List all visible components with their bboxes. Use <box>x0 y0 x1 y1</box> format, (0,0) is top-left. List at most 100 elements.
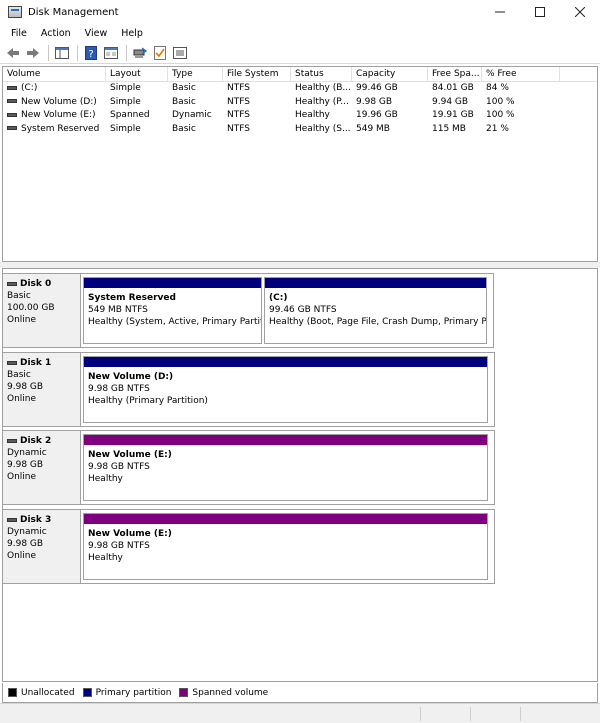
back-button[interactable] <box>4 44 22 62</box>
cell-percent-free: 100 % <box>486 110 515 121</box>
partition-color-bar <box>84 514 487 524</box>
disk-icon <box>7 282 17 286</box>
partition-name: New Volume (E:) <box>88 450 172 460</box>
cell-layout: Simple <box>110 96 141 107</box>
partition-e[interactable]: New Volume (E:) 9.98 GB NTFS Healthy <box>83 434 488 501</box>
close-icon <box>575 7 585 17</box>
partition-size: 9.98 GB NTFS <box>88 384 150 394</box>
cell-file-system: NTFS <box>227 83 250 94</box>
table-row[interactable]: System Reserved Simple Basic NTFS Health… <box>3 123 597 137</box>
maximize-button[interactable] <box>520 0 560 24</box>
status-bar-divider <box>520 707 521 721</box>
partition-status: Healthy <box>88 474 123 484</box>
partition-d[interactable]: New Volume (D:) 9.98 GB NTFS Healthy (Pr… <box>83 356 488 423</box>
disk-name: Disk 3 <box>20 515 52 525</box>
partition-name: New Volume (D:) <box>88 372 174 382</box>
cell-status: Healthy (P... <box>295 96 349 107</box>
close-button[interactable] <box>560 0 600 24</box>
volume-icon <box>7 112 17 117</box>
show-hide-console-tree-button[interactable] <box>53 44 71 62</box>
disk-row: Disk 2 Dynamic 9.98 GB Online New Volume… <box>2 430 495 505</box>
disk-label[interactable]: Disk 2 Dynamic 9.98 GB Online <box>2 430 81 505</box>
toolbar: ? <box>0 42 600 64</box>
menu-action[interactable]: Action <box>34 28 78 39</box>
partition-name: (C:) <box>269 293 288 303</box>
cell-layout: Simple <box>110 83 141 94</box>
partition-status: Healthy (Boot, Page File, Crash Dump, Pr… <box>269 317 486 327</box>
cell-type: Dynamic <box>172 110 212 121</box>
forward-arrow-icon <box>27 47 39 58</box>
toolbar-separator <box>77 44 78 61</box>
disk-row: Disk 3 Dynamic 9.98 GB Online New Volume… <box>2 509 495 584</box>
cell-status: Healthy (S... <box>295 123 351 134</box>
toolbar-separator <box>48 44 49 61</box>
disk-label[interactable]: Disk 3 Dynamic 9.98 GB Online <box>2 509 81 584</box>
partition-c[interactable]: (C:) 99.46 GB NTFS Healthy (Boot, Page F… <box>264 277 487 344</box>
disk-status: Online <box>7 394 37 404</box>
volume-icon <box>7 99 17 104</box>
settings-panel-button[interactable] <box>171 44 189 62</box>
disk-size: 9.98 GB <box>7 539 44 549</box>
minimize-button[interactable] <box>480 0 520 24</box>
disk-management-icon <box>8 6 22 18</box>
column-header-type[interactable]: Type <box>168 67 223 81</box>
volume-table-header: Volume Layout Type File System Status Ca… <box>3 67 597 82</box>
column-header-layout[interactable]: Layout <box>106 67 168 81</box>
settings-panel-icon <box>173 46 187 59</box>
disk-row: Disk 1 Basic 9.98 GB Online New Volume (… <box>2 352 495 427</box>
disk-type: Basic <box>7 291 31 301</box>
menu-view[interactable]: View <box>78 28 115 39</box>
volume-icon <box>7 85 17 90</box>
legend-item-spanned-volume: Spanned volume <box>179 688 268 698</box>
volume-name: New Volume (E:) <box>21 110 96 121</box>
disk-status: Online <box>7 315 37 325</box>
checklist-button[interactable] <box>151 44 169 62</box>
column-header-file-system[interactable]: File System <box>223 67 291 81</box>
disk-name: Disk 2 <box>20 436 52 446</box>
column-header-percent-free[interactable]: % Free <box>482 67 560 81</box>
disk-partitions: New Volume (E:) 9.98 GB NTFS Healthy <box>81 509 495 584</box>
cell-free-space: 9.94 GB <box>432 96 469 107</box>
partition-system-reserved[interactable]: System Reserved 549 MB NTFS Healthy (Sys… <box>83 277 262 344</box>
disk-label[interactable]: Disk 1 Basic 9.98 GB Online <box>2 352 81 427</box>
legend-item-primary-partition: Primary partition <box>82 687 172 698</box>
menu-file[interactable]: File <box>4 28 34 39</box>
disk-icon <box>7 361 17 365</box>
partition-status: Healthy (System, Active, Primary Partiti… <box>88 317 261 327</box>
window-title: Disk Management <box>28 6 119 18</box>
column-header-volume[interactable]: Volume <box>3 67 106 81</box>
properties-button[interactable] <box>102 44 120 62</box>
partition-e[interactable]: New Volume (E:) 9.98 GB NTFS Healthy <box>83 513 488 580</box>
menu-help[interactable]: Help <box>114 28 150 39</box>
volume-name: New Volume (D:) <box>21 96 97 107</box>
partition-color-bar <box>84 435 487 445</box>
column-header-status[interactable]: Status <box>291 67 352 81</box>
column-header-free-space[interactable]: Free Spa... <box>428 67 482 81</box>
cell-percent-free: 100 % <box>486 96 515 107</box>
disk-type: Dynamic <box>7 527 47 537</box>
legend-label: Primary partition <box>95 687 172 698</box>
table-row[interactable]: (C:) Simple Basic NTFS Healthy (B... 99.… <box>3 82 597 96</box>
column-header-capacity[interactable]: Capacity <box>352 67 428 81</box>
cell-free-space: 115 MB <box>432 123 466 134</box>
disk-label[interactable]: Disk 0 Basic 100.00 GB Online <box>2 273 81 348</box>
properties-icon <box>104 46 118 59</box>
disk-size: 9.98 GB <box>7 382 44 392</box>
volume-list-pane: Volume Layout Type File System Status Ca… <box>2 66 598 262</box>
disk-name: Disk 0 <box>20 279 52 289</box>
cell-file-system: NTFS <box>227 123 250 134</box>
table-row[interactable]: New Volume (D:) Simple Basic NTFS Health… <box>3 96 597 110</box>
table-row[interactable]: New Volume (E:) Spanned Dynamic NTFS Hea… <box>3 109 597 123</box>
partition-color-bar <box>84 278 261 288</box>
legend-label: Spanned volume <box>192 687 269 698</box>
connect-disk-button[interactable] <box>131 44 149 62</box>
help-button[interactable]: ? <box>82 44 100 62</box>
partition-color-bar <box>84 357 487 367</box>
forward-button[interactable] <box>24 44 42 62</box>
cell-volume: (C:) <box>3 82 106 95</box>
cell-free-space: 84.01 GB <box>432 83 474 94</box>
cell-capacity: 9.98 GB <box>356 96 393 107</box>
cell-file-system: NTFS <box>227 110 250 121</box>
legend-swatch <box>8 688 17 697</box>
cell-percent-free: 21 % <box>486 123 509 134</box>
